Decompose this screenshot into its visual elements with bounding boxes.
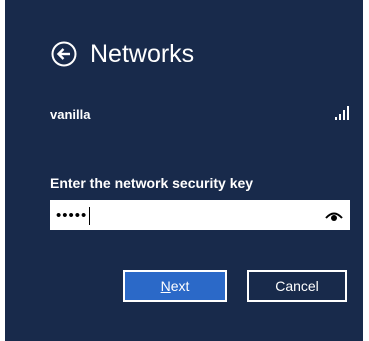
network-name: vanilla <box>50 107 91 122</box>
show-password-eye-icon[interactable] <box>325 208 343 222</box>
back-arrow-circle-icon[interactable] <box>50 40 78 68</box>
next-mnemonic: N <box>160 278 171 294</box>
security-key-value: ••••• <box>56 206 91 226</box>
network-pane: Networks vanilla Enter the network secur… <box>5 0 363 341</box>
security-key-input[interactable]: ••••• <box>50 200 350 230</box>
next-label: ext <box>170 278 190 294</box>
cancel-button[interactable]: Cancel <box>247 270 347 302</box>
masked-password: ••••• <box>56 207 88 224</box>
security-key-label: Enter the network security key <box>50 175 254 191</box>
next-button[interactable]: Next <box>123 270 227 302</box>
wifi-signal-bars-icon <box>334 105 350 121</box>
network-item[interactable]: vanilla <box>50 105 350 125</box>
header: Networks <box>50 40 194 68</box>
page-title: Networks <box>90 40 195 68</box>
text-caret <box>89 207 91 225</box>
